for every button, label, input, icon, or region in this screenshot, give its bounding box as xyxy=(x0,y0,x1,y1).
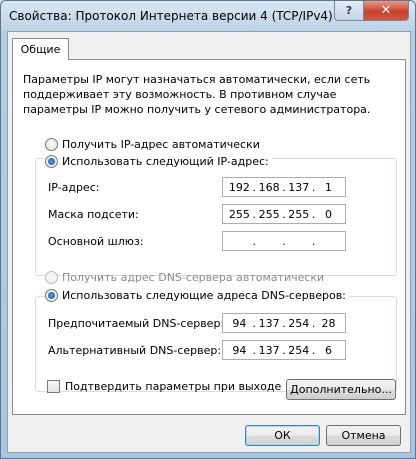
dot-separator: . xyxy=(311,234,316,248)
dns-octet: 137 xyxy=(258,343,280,357)
dns-octet: 28 xyxy=(321,316,336,330)
dns-auto-label: Получить адрес DNS-сервера автоматически xyxy=(62,271,325,284)
dot-separator: . xyxy=(311,343,316,357)
dot-separator: . xyxy=(311,316,316,330)
validate-checkbox[interactable] xyxy=(47,380,60,393)
alternate-dns-label: Альтернативный DNS-сервер: xyxy=(48,344,222,357)
mask-octet: 255 xyxy=(228,207,250,221)
tab-general-label: Общие xyxy=(20,43,61,56)
default-gateway-input[interactable]: . . . xyxy=(222,231,346,251)
tab-general[interactable]: Общие xyxy=(12,38,69,60)
dot-separator: . xyxy=(311,180,316,194)
dot-separator: . xyxy=(252,180,257,194)
help-icon: ? xyxy=(345,4,353,17)
cancel-button[interactable]: Отмена xyxy=(326,425,401,446)
dns-octet: 6 xyxy=(324,343,332,357)
description-text: Параметры IP могут назначаться автоматич… xyxy=(23,73,371,116)
validate-option[interactable]: Подтвердить параметры при выходе xyxy=(47,380,281,393)
dns-auto-radio[interactable] xyxy=(45,271,58,284)
ip-octet: 192 xyxy=(228,180,250,194)
dns-octet: 254 xyxy=(288,343,310,357)
dns-manual-option[interactable]: Использовать следующие адреса DNS-сервер… xyxy=(45,289,349,302)
ip-auto-label: Получить IP-адрес автоматически xyxy=(62,138,260,151)
dot-separator: . xyxy=(252,343,257,357)
dot-separator: . xyxy=(282,234,286,248)
dns-octet: 94 xyxy=(232,343,247,357)
dialog-window: Свойства: Протокол Интернета версии 4 (T… xyxy=(0,0,416,459)
preferred-dns-input[interactable]: 94. 137. 254. 28 xyxy=(222,313,346,333)
help-button[interactable]: ? xyxy=(334,1,364,21)
dns-octet: 94 xyxy=(232,316,247,330)
dot-separator: . xyxy=(252,316,257,330)
dot-separator: . xyxy=(282,343,286,357)
window-title: Свойства: Протокол Интернета версии 4 (T… xyxy=(9,9,333,23)
dns-octet: 137 xyxy=(258,316,280,330)
alternate-dns-input[interactable]: 94. 137. 254. 6 xyxy=(222,340,346,360)
ip-auto-option[interactable]: Получить IP-адрес автоматически xyxy=(45,138,260,151)
dialog-body: Общие Параметры IP могут назначаться авт… xyxy=(7,31,411,453)
ip-auto-radio[interactable] xyxy=(45,138,58,151)
dot-separator: . xyxy=(311,207,316,221)
advanced-button-label: Дополнительно... xyxy=(290,383,392,396)
dot-separator: . xyxy=(252,207,257,221)
ok-button-label: ОК xyxy=(274,429,291,442)
ip-octet: 137 xyxy=(288,180,310,194)
dot-separator: . xyxy=(282,180,286,194)
preferred-dns-label: Предпочитаемый DNS-сервер: xyxy=(48,317,225,330)
title-bar[interactable]: Свойства: Протокол Интернета версии 4 (T… xyxy=(1,1,415,31)
mask-octet: 255 xyxy=(258,207,280,221)
ip-octet: 1 xyxy=(324,180,332,194)
subnet-mask-label: Маска подсети: xyxy=(48,208,139,221)
ip-manual-label: Использовать следующий IP-адрес: xyxy=(62,155,269,168)
ip-octet: 168 xyxy=(258,180,280,194)
ip-manual-option[interactable]: Использовать следующий IP-адрес: xyxy=(45,155,272,168)
dns-octet: 254 xyxy=(288,316,310,330)
validate-label: Подтвердить параметры при выходе xyxy=(65,380,282,393)
tab-panel-general: Параметры IP могут назначаться автоматич… xyxy=(12,59,406,415)
dot-separator: . xyxy=(282,316,286,330)
subnet-mask-input[interactable]: 255. 255. 255. 0 xyxy=(222,204,346,224)
mask-octet: 255 xyxy=(288,207,310,221)
dns-manual-label: Использовать следующие адреса DNS-сервер… xyxy=(62,289,346,302)
advanced-button[interactable]: Дополнительно... xyxy=(286,379,396,400)
ok-button[interactable]: ОК xyxy=(245,425,320,446)
ip-address-label: IP-адрес: xyxy=(48,181,100,194)
dns-manual-radio[interactable] xyxy=(45,289,58,302)
dot-separator: . xyxy=(252,234,257,248)
default-gateway-label: Основной шлюз: xyxy=(48,235,144,248)
cancel-button-label: Отмена xyxy=(341,429,386,442)
dns-auto-option[interactable]: Получить адрес DNS-сервера автоматически xyxy=(45,271,324,284)
ip-address-input[interactable]: 192. 168. 137. 1 xyxy=(222,177,346,197)
mask-octet: 0 xyxy=(324,207,332,221)
ip-manual-radio[interactable] xyxy=(45,155,58,168)
close-button[interactable]: ✕ xyxy=(363,1,409,21)
dot-separator: . xyxy=(282,207,286,221)
close-icon: ✕ xyxy=(380,3,392,18)
